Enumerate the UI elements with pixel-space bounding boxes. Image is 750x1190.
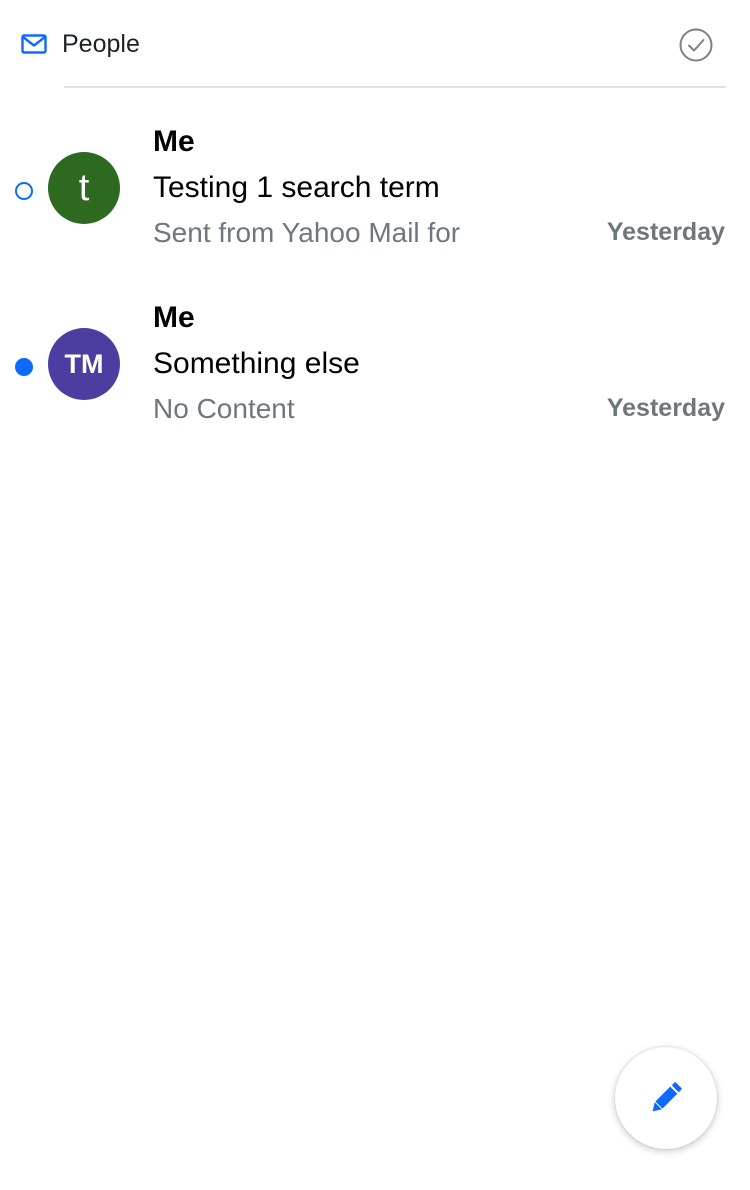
search-results-screen: People t Me Testing 1 search term Sent f… (0, 0, 750, 1190)
read-status-indicator[interactable] (15, 182, 33, 200)
message-subject: Something else (153, 347, 360, 380)
avatar-initials: TM (64, 348, 104, 379)
avatar: t (48, 152, 120, 224)
header-divider (64, 86, 726, 88)
message-subject: Testing 1 search term (153, 171, 440, 204)
mail-icon (21, 34, 47, 54)
message-date: Yesterday (606, 394, 725, 422)
pencil-icon (652, 1082, 682, 1112)
check-circle-icon[interactable] (678, 27, 714, 63)
message-row[interactable]: TM Me Something else No Content Yesterda… (0, 276, 750, 446)
unread-status-indicator[interactable] (15, 358, 33, 376)
message-date: Yesterday (606, 218, 725, 246)
header-title: People (62, 30, 140, 58)
compose-button[interactable] (615, 1047, 717, 1149)
avatar: TM (48, 328, 120, 400)
message-snippet: No Content (153, 393, 295, 424)
message-row[interactable]: t Me Testing 1 search term Sent from Yah… (0, 100, 750, 270)
message-snippet: Sent from Yahoo Mail for (153, 217, 461, 248)
message-sender: Me (153, 301, 195, 334)
message-sender: Me (153, 125, 195, 158)
avatar-initials: t (78, 166, 90, 209)
people-filter-header: People (0, 0, 750, 88)
